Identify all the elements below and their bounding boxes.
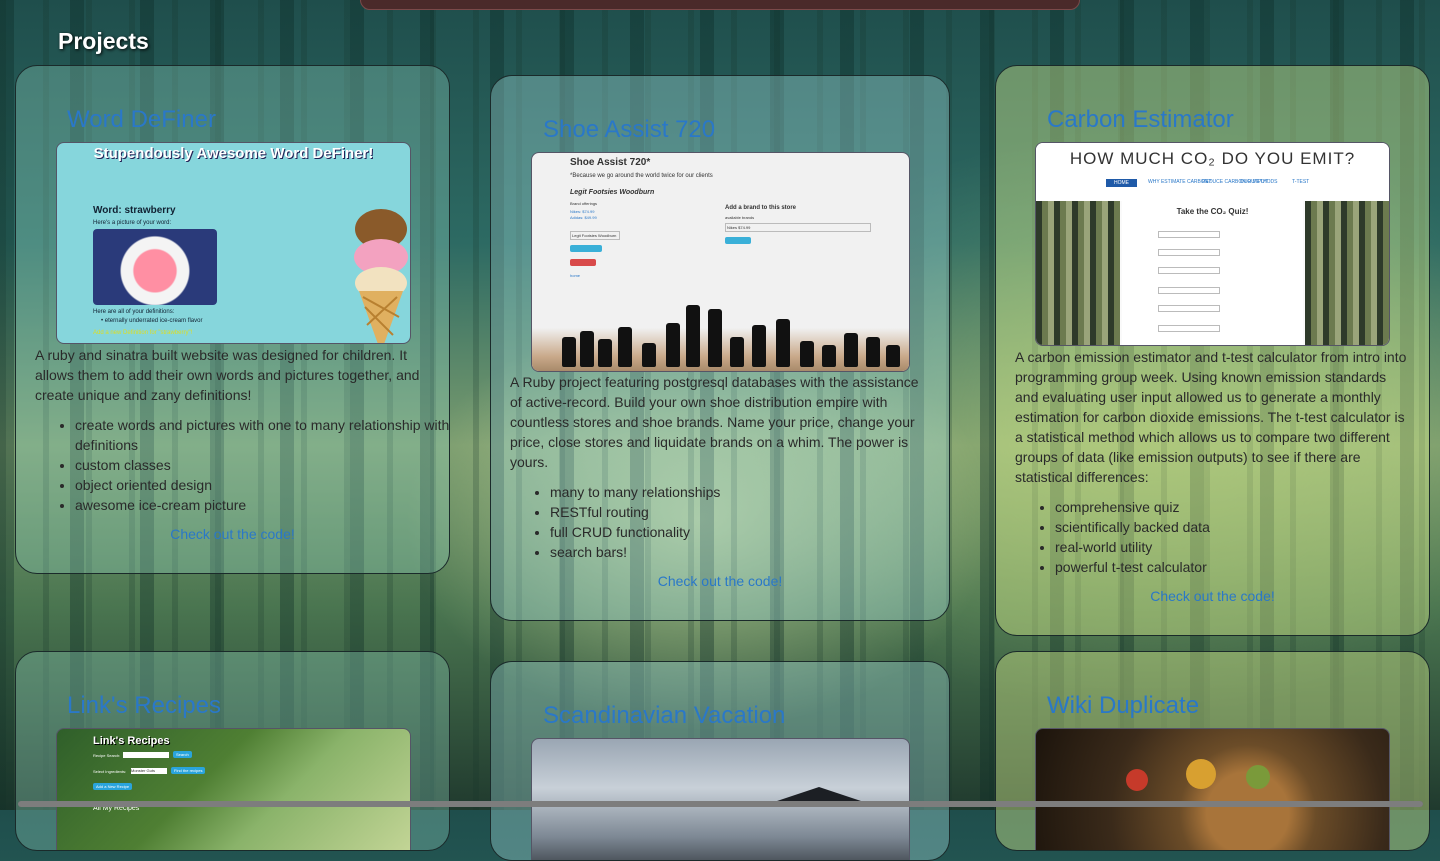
screenshot-brand-item: Nikes: $74.99: [570, 209, 595, 214]
check-code-link[interactable]: Check out the code!: [996, 588, 1429, 604]
feature-list: many to many relationships RESTful routi…: [510, 482, 930, 562]
check-code-link[interactable]: Check out the code!: [491, 573, 949, 589]
horizontal-scrollbar[interactable]: [18, 801, 1423, 807]
project-description: A Ruby project featuring postgresql data…: [510, 374, 919, 470]
top-banner: [360, 0, 1080, 10]
fruit-image: [1126, 769, 1148, 791]
screenshot-tagline: *Because we go around the world twice fo…: [570, 173, 713, 179]
screenshot-find-button: Find the recipes: [171, 767, 206, 774]
feature-item: full CRUD functionality: [550, 522, 930, 542]
feature-item: custom classes: [75, 455, 449, 475]
feature-item: awesome ice-cream picture: [75, 495, 449, 515]
screenshot-heading: Stupendously Awesome Word DeFiner!: [93, 145, 374, 162]
screenshot-search-input: [123, 752, 169, 758]
ice-cream-cone-icon: [354, 209, 408, 343]
feature-item: scientifically backed data: [1055, 517, 1429, 537]
fruit-image: [1186, 759, 1216, 789]
screenshot-add-button: Add a New Recipe: [93, 783, 133, 790]
screenshot-close-button: [570, 259, 596, 266]
project-card-carbon-estimator: Carbon Estimator HOW MUCH CO₂ DO YOU EMI…: [995, 65, 1430, 636]
feature-item: many to many relationships: [550, 482, 930, 502]
project-description: A carbon emission estimator and t-test c…: [1015, 349, 1407, 485]
ice-cream-photo: [93, 229, 217, 305]
project-screenshot[interactable]: Link's Recipes Recipe Search: Search Sel…: [56, 728, 411, 850]
screenshot-nav-item: HOME: [1106, 179, 1137, 187]
screenshot-search-label: Recipe Search:: [93, 753, 121, 758]
project-screenshot[interactable]: HOW MUCH CO₂ DO YOU EMIT? HOME WHY ESTIM…: [1035, 142, 1390, 346]
screenshot-nav-item: T-TEST: [1292, 179, 1310, 185]
screenshot-brands-label: available brands: [725, 215, 755, 220]
project-screenshot[interactable]: [1035, 728, 1390, 850]
screenshot-heading: Link's Recipes: [93, 735, 170, 747]
project-screenshot[interactable]: [531, 738, 910, 860]
project-title[interactable]: Carbon Estimator: [1047, 106, 1234, 134]
fruit-image: [1246, 765, 1270, 789]
screenshot-caption: Here's a picture of your word:: [93, 220, 172, 226]
feature-item: object oriented design: [75, 475, 449, 495]
project-title[interactable]: Shoe Assist 720: [543, 116, 715, 144]
feature-list: comprehensive quiz scientifically backed…: [1015, 497, 1429, 577]
screenshot-heading: HOW MUCH CO₂ DO YOU EMIT?: [1069, 149, 1356, 168]
screenshot-add-link: Add a new Definition for "strawberry"!: [93, 330, 193, 336]
forest-image: [1305, 201, 1389, 345]
project-description: A ruby and sinatra built website was des…: [35, 347, 420, 403]
project-title[interactable]: Link's Recipes: [67, 692, 221, 720]
screenshot-definition-item: • eternally underrated ice-cream flavor: [101, 318, 203, 324]
screenshot-ingredient-select: Monster Guts: [131, 768, 167, 774]
screenshot-add-brand-title: Add a brand to this store: [725, 205, 797, 211]
screenshot-home-link: home: [570, 273, 581, 278]
section-title: Projects: [58, 28, 149, 54]
quiz-panel: Take the CO₂ Quiz!: [1122, 201, 1303, 345]
project-card-shoe-assist: Shoe Assist 720 Shoe Assist 720* *Becaus…: [490, 75, 950, 621]
check-code-link[interactable]: Check out the code!: [16, 526, 449, 542]
screenshot-word-line: Word: strawberry: [93, 205, 176, 216]
screenshot-add-button: [725, 237, 751, 244]
feature-list: create words and pictures with one to ma…: [35, 415, 449, 515]
screenshot-ingredient-label: Select Ingredients:: [93, 769, 127, 774]
project-card-word-definer: Word DeFiner Stupendously Awesome Word D…: [15, 65, 450, 574]
screenshot-search-button: Search: [173, 751, 192, 758]
screenshot-brand-label: Brand offerings: [570, 201, 598, 206]
feature-item: search bars!: [550, 542, 930, 562]
project-title[interactable]: Scandinavian Vacation: [543, 702, 785, 730]
feature-item: comprehensive quiz: [1055, 497, 1429, 517]
project-card-wiki-duplicate: Wiki Duplicate: [995, 651, 1430, 851]
project-card-links-recipes: Link's Recipes Link's Recipes Recipe Sea…: [15, 651, 450, 851]
feature-item: real-world utility: [1055, 537, 1429, 557]
forest-image: [1036, 201, 1120, 345]
scrollbar-thumb[interactable]: [18, 801, 1423, 807]
project-card-scandinavian-vacation: Scandinavian Vacation: [490, 661, 950, 861]
screenshot-edit-button: [570, 245, 602, 252]
screenshot-brand-item: Adidas: $49.99: [570, 215, 597, 220]
screenshot-header: HOW MUCH CO₂ DO YOU EMIT? HOME WHY ESTIM…: [1036, 143, 1389, 201]
project-title[interactable]: Wiki Duplicate: [1047, 692, 1199, 720]
feature-item: powerful t-test calculator: [1055, 557, 1429, 577]
project-title[interactable]: Word DeFiner: [67, 106, 216, 134]
project-screenshot[interactable]: Stupendously Awesome Word DeFiner! Word:…: [56, 142, 411, 344]
feature-item: RESTful routing: [550, 502, 930, 522]
screenshot-store-name: Legit Footsies Woodburn: [570, 189, 655, 196]
screenshot-definitions-caption: Here are all of your definitions:: [93, 309, 175, 315]
screenshot-quiz-title: Take the CO₂ Quiz!: [1176, 207, 1249, 216]
screenshot-nav-item: OUR METHODS: [1240, 179, 1278, 185]
screenshot-store-field: Legit Footsies Woodburn: [570, 231, 620, 240]
screenshot-brand-select: Nikes $74.99: [725, 223, 871, 232]
project-screenshot[interactable]: Shoe Assist 720* *Because we go around t…: [531, 152, 910, 372]
shoes-photo: [532, 299, 909, 371]
screenshot-heading: Shoe Assist 720*: [570, 157, 651, 168]
feature-item: create words and pictures with one to ma…: [75, 415, 449, 455]
